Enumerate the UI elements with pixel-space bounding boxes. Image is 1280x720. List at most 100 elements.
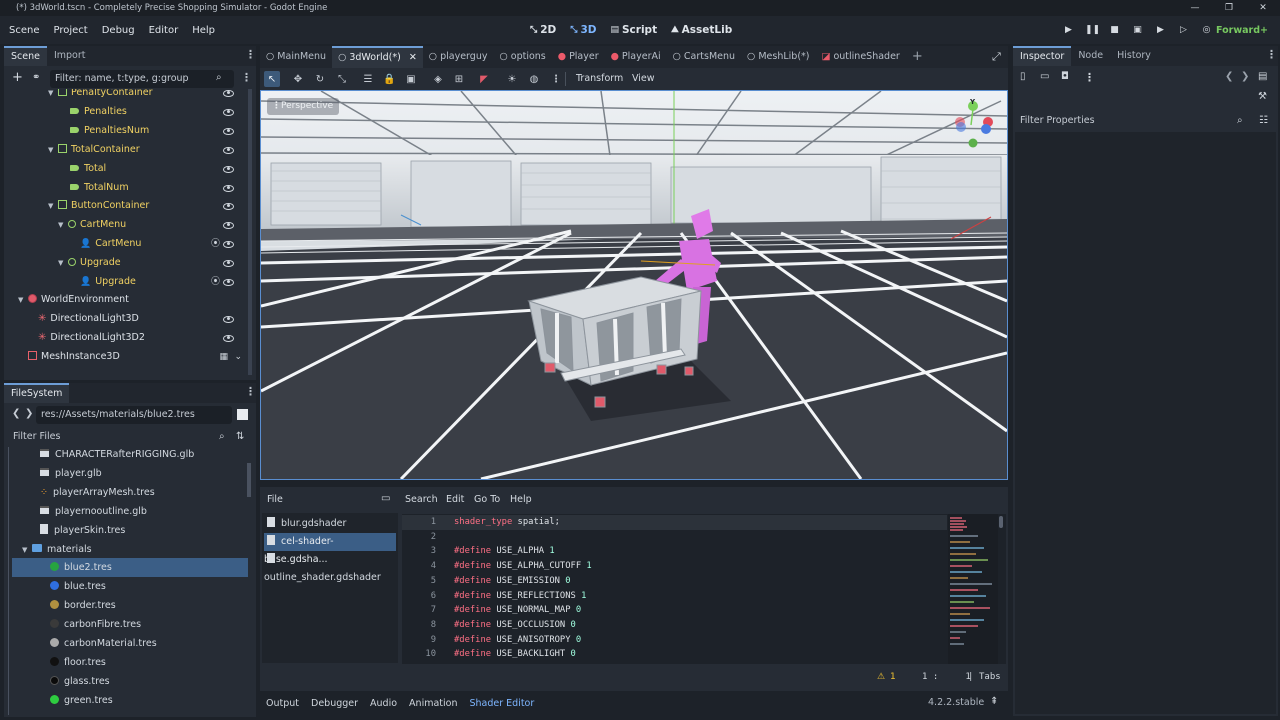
tree-node[interactable]: PenaltiesNum bbox=[70, 122, 248, 140]
transform-menu[interactable]: Transform bbox=[576, 73, 623, 84]
tab-debugger[interactable]: Debugger bbox=[305, 698, 364, 709]
toggle-files-icon[interactable]: ▭ bbox=[381, 493, 390, 504]
menu-help[interactable]: Help bbox=[185, 25, 222, 36]
play-icon[interactable]: ▶ bbox=[1062, 25, 1075, 35]
close-icon[interactable]: ✕ bbox=[409, 48, 417, 68]
tree-node[interactable]: ▼ WorldEnvironment bbox=[18, 291, 248, 309]
list-item[interactable]: carbonMaterial.tres bbox=[12, 634, 248, 653]
path-field[interactable]: res://Assets/materials/blue2.tres bbox=[36, 406, 232, 424]
tab-animation[interactable]: Animation bbox=[403, 698, 463, 709]
tree-node[interactable]: ✳ DirectionalLight3D bbox=[38, 310, 248, 328]
list-select-icon[interactable]: ☰ bbox=[362, 74, 374, 86]
dock-menu-icon[interactable]: ⋮ bbox=[1266, 48, 1277, 61]
tool-icon[interactable]: ⚒ bbox=[1258, 91, 1267, 102]
expand-panel-icon[interactable]: ⇞ bbox=[990, 696, 998, 707]
signal-icon[interactable]: ⦿ bbox=[211, 235, 220, 253]
stop-icon[interactable]: ■ bbox=[1108, 25, 1121, 35]
tree-node[interactable]: Total bbox=[70, 160, 248, 178]
list-item[interactable]: playerSkin.tres bbox=[12, 521, 248, 540]
code-line[interactable]: 1 shader_type spatial; bbox=[402, 515, 947, 530]
tab-cartsmenu[interactable]: ○ CartsMenu bbox=[667, 46, 741, 68]
tab-player[interactable]: ● Player bbox=[552, 46, 605, 68]
tree-node[interactable]: ▼ PenaltyContainer bbox=[48, 89, 248, 102]
open-folder-icon[interactable]: ▭ bbox=[1040, 71, 1049, 82]
visibility-eye-icon[interactable] bbox=[223, 146, 234, 154]
camera-override-icon[interactable]: ◤ bbox=[478, 74, 490, 86]
list-item[interactable]: playernooutline.glb bbox=[12, 502, 248, 521]
scale-icon[interactable]: ⤡ bbox=[336, 74, 348, 86]
menu-project[interactable]: Project bbox=[47, 25, 95, 36]
tree-node[interactable]: ▼ CartMenu bbox=[58, 216, 248, 234]
tab-3dworld[interactable]: ○ 3dWorld(*) ✕ bbox=[332, 46, 423, 68]
file-menu[interactable]: File bbox=[267, 494, 283, 505]
scrollbar[interactable] bbox=[248, 89, 252, 375]
edit-menu[interactable]: Edit bbox=[446, 494, 464, 505]
scene-options-icon[interactable]: ⋮ bbox=[241, 71, 252, 84]
visibility-eye-icon[interactable] bbox=[223, 334, 234, 342]
visibility-eye-icon[interactable] bbox=[223, 202, 234, 210]
signal-icon[interactable]: ⦿ bbox=[211, 273, 220, 291]
more-options-icon[interactable]: ⋮ bbox=[550, 74, 562, 86]
pause-icon[interactable]: ❚❚ bbox=[1085, 25, 1100, 35]
visibility-eye-icon[interactable] bbox=[223, 184, 234, 192]
resource-options-icon[interactable]: ⋮ bbox=[1084, 71, 1095, 84]
lock-icon[interactable]: 🔒 bbox=[383, 74, 395, 86]
visibility-eye-icon[interactable] bbox=[223, 315, 234, 323]
menu-scene[interactable]: Scene bbox=[2, 25, 47, 36]
tab-history[interactable]: History bbox=[1110, 46, 1158, 66]
filter-options-icon[interactable]: ☷ bbox=[1259, 115, 1268, 126]
tab-meshlib[interactable]: ○ MeshLib(*) bbox=[741, 46, 815, 68]
environment-icon[interactable]: ◍ bbox=[528, 74, 540, 86]
tab-options[interactable]: ○ options bbox=[493, 46, 551, 68]
back-icon[interactable]: ❮ bbox=[12, 408, 20, 419]
tree-node[interactable]: 👤 CartMenu ⦿ bbox=[80, 235, 248, 253]
tree-node[interactable]: MeshInstance3D ▦ ⌄ bbox=[28, 348, 248, 366]
tab-node[interactable]: Node bbox=[1071, 46, 1110, 66]
move-icon[interactable]: ✥ bbox=[292, 74, 304, 86]
menu-editor[interactable]: Editor bbox=[142, 25, 186, 36]
warning-icon[interactable]: ⚠ bbox=[877, 672, 885, 682]
list-item[interactable]: floor.tres bbox=[12, 653, 248, 672]
renderer-dropdown[interactable]: Forward+ bbox=[1216, 25, 1268, 36]
link-icon[interactable]: ⚭ bbox=[32, 72, 40, 83]
tab-inspector[interactable]: Inspector bbox=[1013, 46, 1072, 66]
list-item[interactable]: outline_shader.gdshader bbox=[264, 551, 396, 583]
list-item[interactable]: blue.tres bbox=[12, 577, 248, 596]
close-button[interactable]: ✕ bbox=[1246, 0, 1280, 16]
tree-node[interactable]: ▼ ButtonContainer bbox=[48, 197, 248, 215]
rotate-icon[interactable]: ↻ bbox=[314, 74, 326, 86]
visibility-eye-icon[interactable] bbox=[223, 89, 234, 97]
tab-import[interactable]: Import bbox=[47, 46, 93, 66]
remote-debug-icon[interactable]: ▣ bbox=[1131, 25, 1144, 35]
code-line[interactable]: 7 #define USE_NORMAL_MAP 0 bbox=[402, 603, 947, 618]
file-filter-input[interactable]: Filter Files bbox=[8, 428, 230, 446]
scrollbar[interactable] bbox=[247, 463, 251, 497]
tab-filesystem[interactable]: FileSystem bbox=[4, 383, 70, 403]
tree-node[interactable]: 👤 Upgrade ⦿ bbox=[80, 273, 248, 291]
dock-menu-icon[interactable]: ⋮ bbox=[245, 48, 256, 61]
tree-node[interactable]: ▼ TotalContainer bbox=[48, 141, 248, 159]
distraction-free-icon[interactable]: ⤢ bbox=[992, 50, 1001, 64]
visibility-eye-icon[interactable] bbox=[223, 127, 234, 135]
search-menu[interactable]: Search bbox=[405, 494, 438, 505]
clapper-icon[interactable]: ▦ bbox=[219, 348, 228, 366]
list-item[interactable]: player.glb bbox=[12, 464, 248, 483]
play-custom-icon[interactable]: ▷ bbox=[1177, 25, 1190, 35]
code-line[interactable]: 6 #define USE_REFLECTIONS 1 bbox=[402, 589, 947, 604]
list-item[interactable]: CHARACTERafterRIGGING.glb bbox=[12, 447, 248, 464]
tab-shader-editor[interactable]: Shader Editor bbox=[463, 698, 540, 709]
history-back-icon[interactable]: ❮ bbox=[1225, 71, 1233, 82]
perspective-menu[interactable]: ⋮ Perspective bbox=[267, 98, 340, 115]
code-editor[interactable]: 1 shader_type spatial; 2 3 #define USE_ALPHA… bbox=[402, 514, 1006, 664]
help-menu[interactable]: Help bbox=[510, 494, 532, 505]
visibility-eye-icon[interactable] bbox=[223, 278, 234, 286]
visibility-eye-icon[interactable] bbox=[223, 259, 234, 267]
dock-menu-icon[interactable]: ⋮ bbox=[245, 385, 256, 398]
code-line[interactable]: 9 #define USE_ANISOTROPY 0 bbox=[402, 633, 947, 648]
code-line[interactable]: 3 #define USE_ALPHA 1 bbox=[402, 544, 947, 559]
forward-icon[interactable]: ❯ bbox=[25, 408, 33, 419]
list-item[interactable]: cel-shader-base.gdsha... bbox=[264, 533, 396, 565]
tab-outlineshader[interactable]: ◪ outlineShader bbox=[815, 46, 905, 68]
main-screen-3d-button[interactable]: ⤡ 3D bbox=[570, 24, 596, 36]
list-item[interactable]: glass.tres bbox=[12, 672, 248, 691]
